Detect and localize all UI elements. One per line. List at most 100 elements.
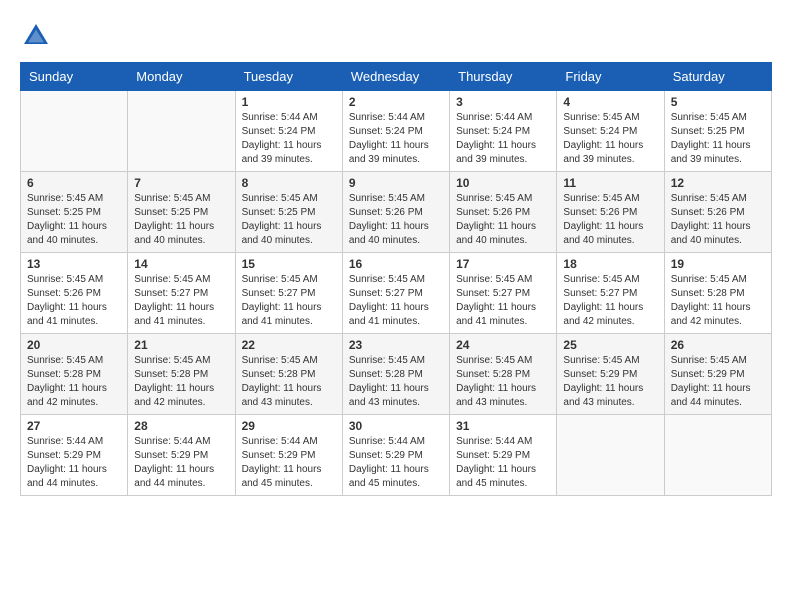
day-header-tuesday: Tuesday	[235, 63, 342, 91]
calendar-week-3: 13 Sunrise: 5:45 AM Sunset: 5:26 PM Dayli…	[21, 253, 772, 334]
calendar-cell: 15 Sunrise: 5:45 AM Sunset: 5:27 PM Dayli…	[235, 253, 342, 334]
day-info: Sunrise: 5:45 AM Sunset: 5:28 PM Dayligh…	[456, 354, 550, 410]
day-number: 10	[456, 176, 550, 190]
day-info: Sunrise: 5:45 AM Sunset: 5:25 PM Dayligh…	[671, 111, 765, 167]
day-info: Sunrise: 5:44 AM Sunset: 5:29 PM Dayligh…	[456, 435, 550, 491]
day-info: Sunrise: 5:45 AM Sunset: 5:28 PM Dayligh…	[242, 354, 336, 410]
day-info: Sunrise: 5:44 AM Sunset: 5:29 PM Dayligh…	[27, 435, 121, 491]
day-number: 26	[671, 338, 765, 352]
day-info: Sunrise: 5:45 AM Sunset: 5:26 PM Dayligh…	[27, 273, 121, 329]
calendar-cell: 28 Sunrise: 5:44 AM Sunset: 5:29 PM Dayli…	[128, 415, 235, 496]
page-header	[20, 20, 772, 52]
day-header-wednesday: Wednesday	[342, 63, 449, 91]
day-info: Sunrise: 5:45 AM Sunset: 5:27 PM Dayligh…	[563, 273, 657, 329]
calendar-cell: 29 Sunrise: 5:44 AM Sunset: 5:29 PM Dayli…	[235, 415, 342, 496]
day-number: 29	[242, 419, 336, 433]
day-header-thursday: Thursday	[450, 63, 557, 91]
day-number: 3	[456, 95, 550, 109]
day-info: Sunrise: 5:45 AM Sunset: 5:28 PM Dayligh…	[134, 354, 228, 410]
calendar-cell: 17Sunrise: 5:45 AM Sunset: 5:27 PM Dayli…	[450, 253, 557, 334]
day-number: 11	[563, 176, 657, 190]
day-header-saturday: Saturday	[664, 63, 771, 91]
day-info: Sunrise: 5:45 AM Sunset: 5:27 PM Dayligh…	[456, 273, 550, 329]
day-info: Sunrise: 5:45 AM Sunset: 5:24 PM Dayligh…	[563, 111, 657, 167]
day-info: Sunrise: 5:45 AM Sunset: 5:25 PM Dayligh…	[242, 192, 336, 248]
calendar-cell: 11 Sunrise: 5:45 AM Sunset: 5:26 PM Dayli…	[557, 172, 664, 253]
day-info: Sunrise: 5:44 AM Sunset: 5:29 PM Dayligh…	[349, 435, 443, 491]
day-number: 1	[242, 95, 336, 109]
day-info: Sunrise: 5:44 AM Sunset: 5:29 PM Dayligh…	[134, 435, 228, 491]
day-info: Sunrise: 5:45 AM Sunset: 5:27 PM Dayligh…	[242, 273, 336, 329]
calendar-cell: 26Sunrise: 5:45 AM Sunset: 5:29 PM Dayli…	[664, 334, 771, 415]
day-header-monday: Monday	[128, 63, 235, 91]
day-info: Sunrise: 5:44 AM Sunset: 5:24 PM Dayligh…	[456, 111, 550, 167]
day-info: Sunrise: 5:45 AM Sunset: 5:25 PM Dayligh…	[27, 192, 121, 248]
day-info: Sunrise: 5:45 AM Sunset: 5:26 PM Dayligh…	[456, 192, 550, 248]
day-number: 21	[134, 338, 228, 352]
calendar-week-2: 6 Sunrise: 5:45 AM Sunset: 5:25 PM Daylig…	[21, 172, 772, 253]
calendar-table: SundayMondayTuesdayWednesdayThursdayFrid…	[20, 62, 772, 496]
calendar-cell: 7Sunrise: 5:45 AM Sunset: 5:25 PM Daylig…	[128, 172, 235, 253]
day-number: 4	[563, 95, 657, 109]
day-info: Sunrise: 5:44 AM Sunset: 5:24 PM Dayligh…	[349, 111, 443, 167]
calendar-week-4: 20 Sunrise: 5:45 AM Sunset: 5:28 PM Dayli…	[21, 334, 772, 415]
day-number: 5	[671, 95, 765, 109]
day-number: 31	[456, 419, 550, 433]
calendar-cell: 21 Sunrise: 5:45 AM Sunset: 5:28 PM Dayli…	[128, 334, 235, 415]
calendar-cell: 23Sunrise: 5:45 AM Sunset: 5:28 PM Dayli…	[342, 334, 449, 415]
day-number: 20	[27, 338, 121, 352]
calendar-cell: 9 Sunrise: 5:45 AM Sunset: 5:26 PM Daylig…	[342, 172, 449, 253]
calendar-cell: 31 Sunrise: 5:44 AM Sunset: 5:29 PM Dayli…	[450, 415, 557, 496]
day-number: 7	[134, 176, 228, 190]
calendar-cell	[557, 415, 664, 496]
calendar-cell: 16Sunrise: 5:45 AM Sunset: 5:27 PM Dayli…	[342, 253, 449, 334]
day-number: 2	[349, 95, 443, 109]
calendar-cell: 20 Sunrise: 5:45 AM Sunset: 5:28 PM Dayli…	[21, 334, 128, 415]
calendar-cell	[21, 91, 128, 172]
day-number: 30	[349, 419, 443, 433]
calendar-cell: 14Sunrise: 5:45 AM Sunset: 5:27 PM Dayli…	[128, 253, 235, 334]
day-number: 15	[242, 257, 336, 271]
day-number: 22	[242, 338, 336, 352]
calendar-cell: 25 Sunrise: 5:45 AM Sunset: 5:29 PM Dayli…	[557, 334, 664, 415]
day-info: Sunrise: 5:45 AM Sunset: 5:28 PM Dayligh…	[671, 273, 765, 329]
calendar-cell: 5 Sunrise: 5:45 AM Sunset: 5:25 PM Daylig…	[664, 91, 771, 172]
calendar-cell: 2 Sunrise: 5:44 AM Sunset: 5:24 PM Daylig…	[342, 91, 449, 172]
day-number: 27	[27, 419, 121, 433]
day-number: 6	[27, 176, 121, 190]
day-info: Sunrise: 5:45 AM Sunset: 5:26 PM Dayligh…	[349, 192, 443, 248]
day-info: Sunrise: 5:44 AM Sunset: 5:24 PM Dayligh…	[242, 111, 336, 167]
calendar-header-row: SundayMondayTuesdayWednesdayThursdayFrid…	[21, 63, 772, 91]
calendar-cell: 24 Sunrise: 5:45 AM Sunset: 5:28 PM Dayli…	[450, 334, 557, 415]
day-number: 9	[349, 176, 443, 190]
calendar-cell: 4 Sunrise: 5:45 AM Sunset: 5:24 PM Daylig…	[557, 91, 664, 172]
day-info: Sunrise: 5:45 AM Sunset: 5:26 PM Dayligh…	[563, 192, 657, 248]
day-number: 14	[134, 257, 228, 271]
day-number: 25	[563, 338, 657, 352]
day-number: 19	[671, 257, 765, 271]
calendar-cell: 10 Sunrise: 5:45 AM Sunset: 5:26 PM Dayli…	[450, 172, 557, 253]
day-number: 28	[134, 419, 228, 433]
day-header-sunday: Sunday	[21, 63, 128, 91]
calendar-cell	[664, 415, 771, 496]
calendar-cell: 1 Sunrise: 5:44 AM Sunset: 5:24 PM Daylig…	[235, 91, 342, 172]
day-number: 13	[27, 257, 121, 271]
day-info: Sunrise: 5:45 AM Sunset: 5:27 PM Dayligh…	[349, 273, 443, 329]
calendar-cell: 12Sunrise: 5:45 AM Sunset: 5:26 PM Dayli…	[664, 172, 771, 253]
calendar-cell: 13 Sunrise: 5:45 AM Sunset: 5:26 PM Dayli…	[21, 253, 128, 334]
calendar-cell: 18 Sunrise: 5:45 AM Sunset: 5:27 PM Dayli…	[557, 253, 664, 334]
calendar-cell: 27 Sunrise: 5:44 AM Sunset: 5:29 PM Dayli…	[21, 415, 128, 496]
calendar-cell: 3 Sunrise: 5:44 AM Sunset: 5:24 PM Daylig…	[450, 91, 557, 172]
day-info: Sunrise: 5:45 AM Sunset: 5:26 PM Dayligh…	[671, 192, 765, 248]
day-info: Sunrise: 5:44 AM Sunset: 5:29 PM Dayligh…	[242, 435, 336, 491]
day-number: 18	[563, 257, 657, 271]
day-info: Sunrise: 5:45 AM Sunset: 5:28 PM Dayligh…	[27, 354, 121, 410]
day-number: 24	[456, 338, 550, 352]
calendar-week-5: 27 Sunrise: 5:44 AM Sunset: 5:29 PM Dayli…	[21, 415, 772, 496]
logo	[20, 20, 56, 52]
calendar-cell: 6 Sunrise: 5:45 AM Sunset: 5:25 PM Daylig…	[21, 172, 128, 253]
day-info: Sunrise: 5:45 AM Sunset: 5:29 PM Dayligh…	[563, 354, 657, 410]
day-info: Sunrise: 5:45 AM Sunset: 5:28 PM Dayligh…	[349, 354, 443, 410]
day-header-friday: Friday	[557, 63, 664, 91]
calendar-cell	[128, 91, 235, 172]
